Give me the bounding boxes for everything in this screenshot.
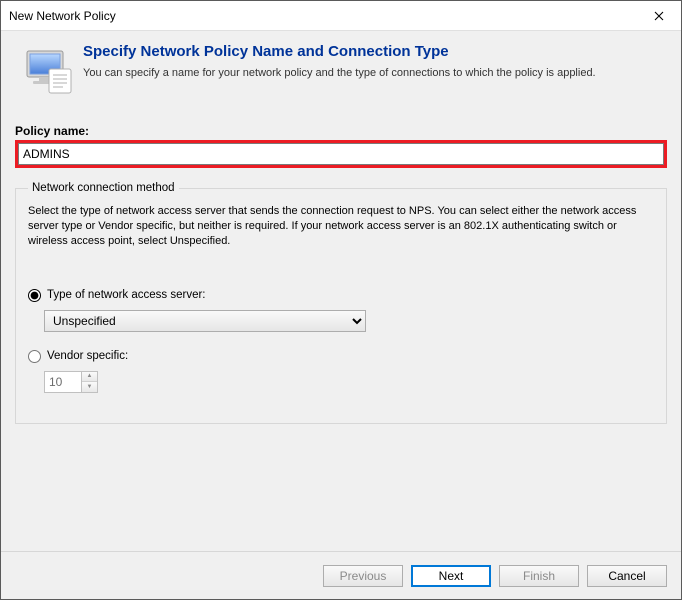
type-select-row: Unspecified	[44, 310, 654, 332]
radio-type[interactable]	[28, 289, 41, 302]
wizard-description: You can specify a name for your network …	[83, 66, 667, 81]
wizard-footer: Previous Next Finish Cancel	[1, 551, 681, 599]
finish-button: Finish	[499, 565, 579, 587]
vendor-spinner-row: ▲ ▼	[44, 371, 654, 393]
previous-button: Previous	[323, 565, 403, 587]
close-icon	[654, 8, 664, 24]
radio-vendor-row: Vendor specific:	[28, 350, 654, 363]
radio-vendor[interactable]	[28, 350, 41, 363]
spinner-down-icon: ▼	[82, 382, 97, 392]
titlebar: New Network Policy	[1, 1, 681, 31]
wizard-heading: Specify Network Policy Name and Connecti…	[83, 43, 667, 60]
window: New Network Policy	[0, 0, 682, 600]
policy-name-input[interactable]	[18, 143, 664, 165]
connection-method-group: Network connection method Select the typ…	[15, 182, 667, 424]
next-button[interactable]: Next	[411, 565, 491, 587]
vendor-spinner: ▲ ▼	[44, 371, 98, 393]
cancel-button[interactable]: Cancel	[587, 565, 667, 587]
policy-name-highlight	[15, 140, 667, 168]
type-select[interactable]: Unspecified	[44, 310, 366, 332]
connection-method-description: Select the type of network access server…	[28, 204, 654, 249]
wizard-header-text: Specify Network Policy Name and Connecti…	[83, 41, 667, 100]
close-button[interactable]	[636, 1, 681, 31]
wizard-header: Specify Network Policy Name and Connecti…	[1, 31, 681, 104]
radio-type-row: Type of network access server:	[28, 289, 654, 302]
spinner-arrows: ▲ ▼	[81, 372, 97, 392]
wizard-body: Policy name: Network connection method S…	[1, 104, 681, 551]
wizard-icon-wrap	[15, 41, 83, 100]
connection-method-legend: Network connection method	[28, 182, 179, 194]
policy-name-label: Policy name:	[15, 124, 667, 138]
policy-icon	[23, 45, 75, 100]
spinner-up-icon: ▲	[82, 372, 97, 383]
vendor-value-input	[45, 372, 81, 392]
radio-vendor-label[interactable]: Vendor specific:	[47, 350, 128, 362]
radio-type-label[interactable]: Type of network access server:	[47, 289, 206, 301]
window-title: New Network Policy	[9, 9, 636, 23]
